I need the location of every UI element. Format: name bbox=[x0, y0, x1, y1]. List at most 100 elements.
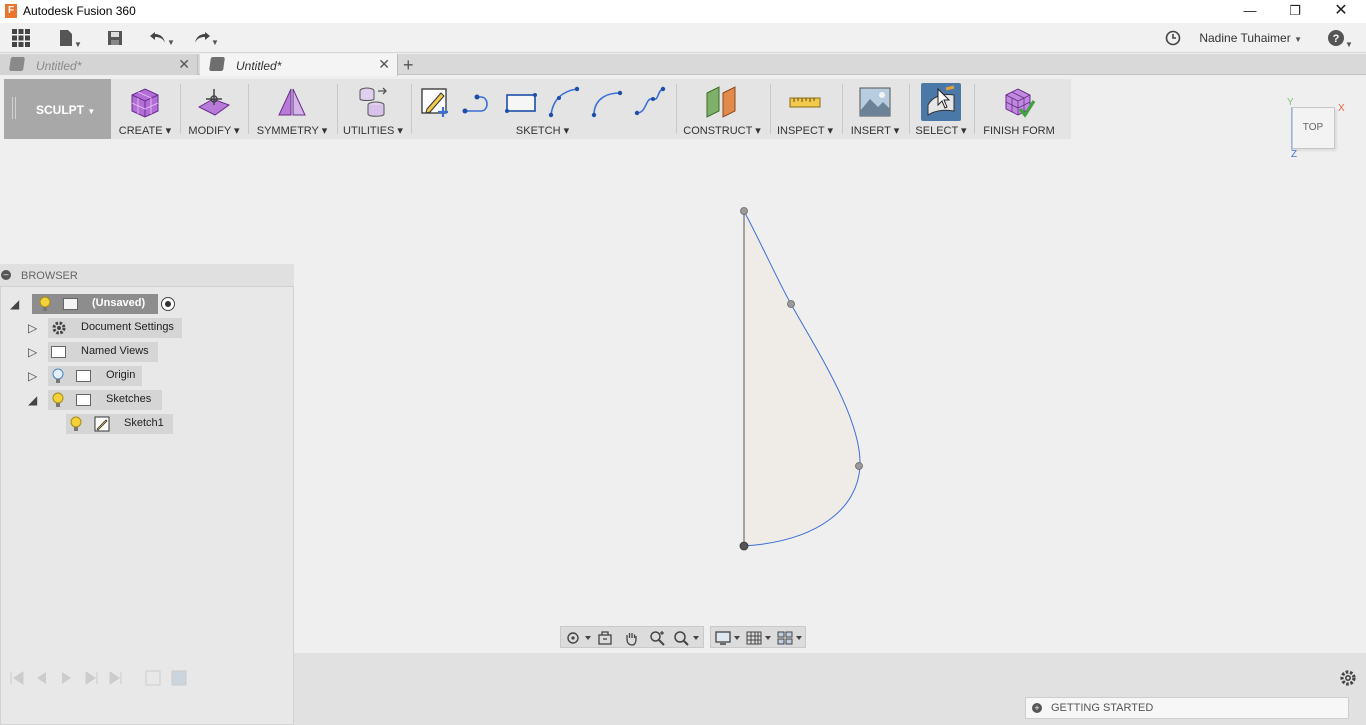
collapsed-triangle-icon[interactable]: ▷ bbox=[28, 369, 37, 383]
viewcube-axis-z-label: Z bbox=[1291, 149, 1298, 160]
workspace-label: SCULPT bbox=[36, 103, 84, 117]
browser-item-named-views[interactable]: ▷ Named Views bbox=[0, 342, 294, 362]
close-tab-icon[interactable]: ✕ bbox=[378, 56, 390, 73]
restore-button[interactable]: ❐ bbox=[1272, 0, 1318, 23]
toolbar-divider bbox=[676, 84, 677, 134]
sketch-spline-icon bbox=[634, 86, 666, 116]
sketch-point[interactable] bbox=[787, 300, 795, 308]
visibility-bulb-off-icon[interactable] bbox=[51, 368, 65, 384]
modify-edit-form-icon bbox=[197, 89, 231, 116]
browser-collapse-icon[interactable]: – bbox=[1, 270, 11, 280]
sketch-point[interactable] bbox=[740, 207, 748, 215]
browser-item-label: Sketches bbox=[106, 393, 152, 405]
toolbar-divider bbox=[337, 84, 338, 134]
title-bar: F Autodesk Fusion 360 — ❐ ✕ bbox=[0, 0, 1366, 23]
visibility-bulb-icon[interactable] bbox=[38, 296, 52, 312]
browser-item-sketches[interactable]: ◢ Sketches bbox=[0, 390, 294, 410]
close-window-button[interactable]: ✕ bbox=[1318, 0, 1364, 23]
sketch-profile[interactable] bbox=[700, 195, 890, 565]
redo-button[interactable]: ▼ bbox=[188, 23, 224, 53]
document-tab-1[interactable]: Untitled* ✕ bbox=[0, 54, 198, 75]
utilities-menu[interactable]: UTILITIES ▾ bbox=[343, 79, 403, 139]
create-label: CREATE ▾ bbox=[118, 125, 172, 137]
modify-menu[interactable]: MODIFY ▾ bbox=[186, 79, 242, 139]
new-tab-plus-icon[interactable]: + bbox=[403, 55, 414, 75]
workspace-switcher-button[interactable]: SCULPT ▼ bbox=[4, 79, 111, 139]
pan-hand-icon[interactable] bbox=[623, 630, 639, 646]
symmetry-menu[interactable]: SYMMETRY ▾ bbox=[254, 79, 330, 139]
collapsed-triangle-icon[interactable]: ▷ bbox=[28, 345, 37, 359]
select-label: SELECT ▾ bbox=[915, 125, 967, 137]
browser-item-document-settings[interactable]: ▷ Document Settings bbox=[0, 318, 294, 338]
tab-label: Untitled* bbox=[236, 59, 282, 73]
tab-label: Untitled* bbox=[36, 59, 82, 73]
visibility-bulb-icon[interactable] bbox=[51, 392, 65, 408]
visibility-bulb-icon[interactable] bbox=[69, 416, 83, 432]
close-tab-icon[interactable]: ✕ bbox=[178, 56, 190, 73]
sketch-rectangle-icon bbox=[505, 93, 537, 113]
minimize-button[interactable]: — bbox=[1227, 0, 1273, 23]
help-button[interactable]: ? ▼ bbox=[1324, 23, 1356, 53]
browser-item-sketch1[interactable]: Sketch1 bbox=[0, 414, 294, 434]
toolbar-divider bbox=[248, 84, 249, 134]
fit-zoom-window-icon[interactable] bbox=[673, 630, 701, 646]
sketch-point[interactable] bbox=[855, 462, 863, 470]
chevron-down-icon: ▼ bbox=[74, 40, 82, 49]
grid-settings-icon[interactable] bbox=[745, 630, 775, 646]
application-bar: ▼ ▼ ▼ Nadine Tuhaimer ▼ ? ▼ bbox=[0, 23, 1366, 53]
toolbar-divider bbox=[974, 84, 975, 134]
gear-icon bbox=[52, 321, 66, 335]
inspect-menu[interactable]: INSPECT ▾ bbox=[775, 79, 835, 139]
collapsed-triangle-icon[interactable]: ▷ bbox=[28, 321, 37, 335]
create-menu[interactable]: CREATE ▾ bbox=[117, 79, 173, 139]
insert-menu[interactable]: INSERT ▾ bbox=[848, 79, 902, 139]
zoom-icon[interactable] bbox=[649, 630, 665, 646]
sketch-origin-point[interactable] bbox=[739, 541, 749, 551]
sketch-menu[interactable]: SKETCH ▾ bbox=[415, 79, 670, 139]
display-settings-icon[interactable] bbox=[714, 630, 744, 646]
orbit-icon[interactable] bbox=[565, 630, 593, 646]
folder-icon bbox=[51, 346, 66, 358]
nav-display-group bbox=[710, 626, 806, 648]
document-tab-2[interactable]: Untitled* ✕ bbox=[200, 54, 398, 76]
toolbar-grip-handle[interactable] bbox=[12, 97, 16, 119]
viewports-icon[interactable] bbox=[776, 630, 806, 646]
user-account-menu[interactable]: Nadine Tuhaimer ▼ bbox=[1199, 31, 1302, 45]
job-status-clock-icon[interactable] bbox=[1162, 23, 1184, 53]
save-button[interactable] bbox=[104, 23, 126, 53]
folder-icon bbox=[76, 370, 91, 382]
select-menu[interactable]: SELECT ▾ bbox=[914, 79, 968, 139]
window-title: Autodesk Fusion 360 bbox=[23, 4, 136, 18]
look-at-icon[interactable] bbox=[597, 630, 613, 646]
browser-root-node[interactable]: ◢ (Unsaved) bbox=[0, 294, 294, 314]
browser-item-origin[interactable]: ▷ Origin bbox=[0, 366, 294, 386]
file-menu-button[interactable]: ▼ bbox=[54, 23, 86, 53]
browser-item-label: Sketch1 bbox=[124, 417, 164, 429]
activate-component-radio[interactable] bbox=[161, 297, 175, 311]
viewcube-axis-x-label: X bbox=[1338, 103, 1345, 114]
sketch-profile-region[interactable] bbox=[744, 211, 861, 546]
data-panel-grid-icon[interactable] bbox=[9, 23, 33, 53]
modify-label: MODIFY ▾ bbox=[188, 125, 240, 137]
sketch-label: SKETCH ▾ bbox=[515, 125, 570, 137]
getting-started-panel[interactable]: + GETTING STARTED bbox=[1025, 697, 1349, 719]
folder-icon bbox=[76, 394, 91, 406]
toolbar-divider bbox=[842, 84, 843, 134]
create-box-icon bbox=[131, 88, 159, 118]
viewcube[interactable]: TOP bbox=[1291, 107, 1335, 149]
utilities-label: UTILITIES ▾ bbox=[343, 125, 403, 137]
insert-label: INSERT ▾ bbox=[850, 125, 900, 137]
expanded-triangle-icon[interactable]: ◢ bbox=[10, 297, 19, 311]
getting-started-label: GETTING STARTED bbox=[1051, 702, 1154, 714]
timeline-settings-gear-icon[interactable] bbox=[1339, 669, 1357, 687]
root-node-label: (Unsaved) bbox=[92, 297, 146, 309]
expand-plus-icon[interactable]: + bbox=[1032, 703, 1042, 713]
symmetry-mirror-icon bbox=[278, 88, 306, 116]
expanded-triangle-icon[interactable]: ◢ bbox=[28, 393, 37, 407]
sketch-icon bbox=[94, 416, 110, 432]
finish-form-button[interactable]: FINISH FORM bbox=[980, 79, 1058, 139]
construct-menu[interactable]: CONSTRUCT ▾ bbox=[680, 79, 764, 139]
document-cube-icon bbox=[209, 57, 225, 71]
viewcube-axis-lines bbox=[1291, 108, 1293, 150]
undo-button[interactable]: ▼ bbox=[144, 23, 180, 53]
